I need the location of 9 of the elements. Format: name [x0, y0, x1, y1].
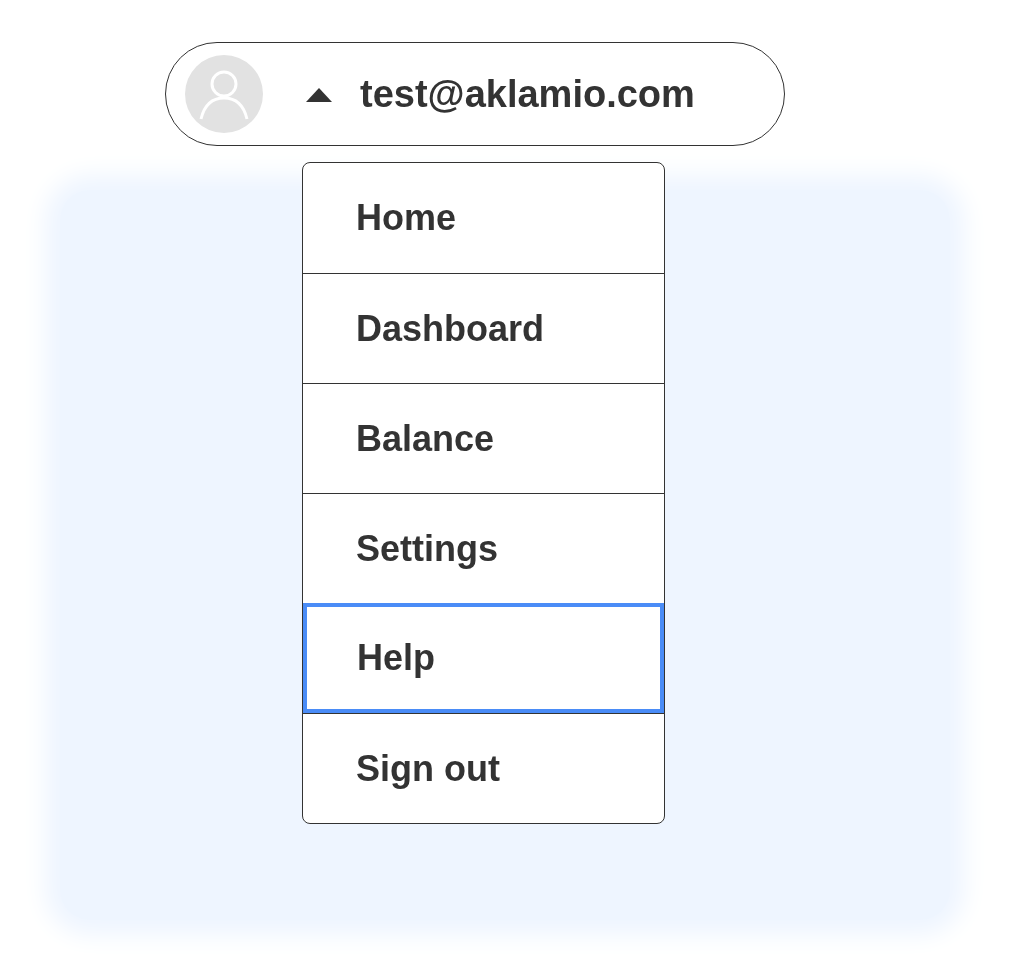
menu-item[interactable]: Home: [303, 163, 664, 273]
menu-item[interactable]: Dashboard: [303, 273, 664, 383]
menu-item[interactable]: Help: [303, 603, 664, 713]
account-button[interactable]: test@aklamio.com: [165, 42, 785, 146]
menu-item[interactable]: Balance: [303, 383, 664, 493]
avatar-icon: [184, 54, 264, 134]
menu-item[interactable]: Settings: [303, 493, 664, 603]
menu-item[interactable]: Sign out: [303, 713, 664, 823]
caret-icon: [306, 86, 332, 102]
